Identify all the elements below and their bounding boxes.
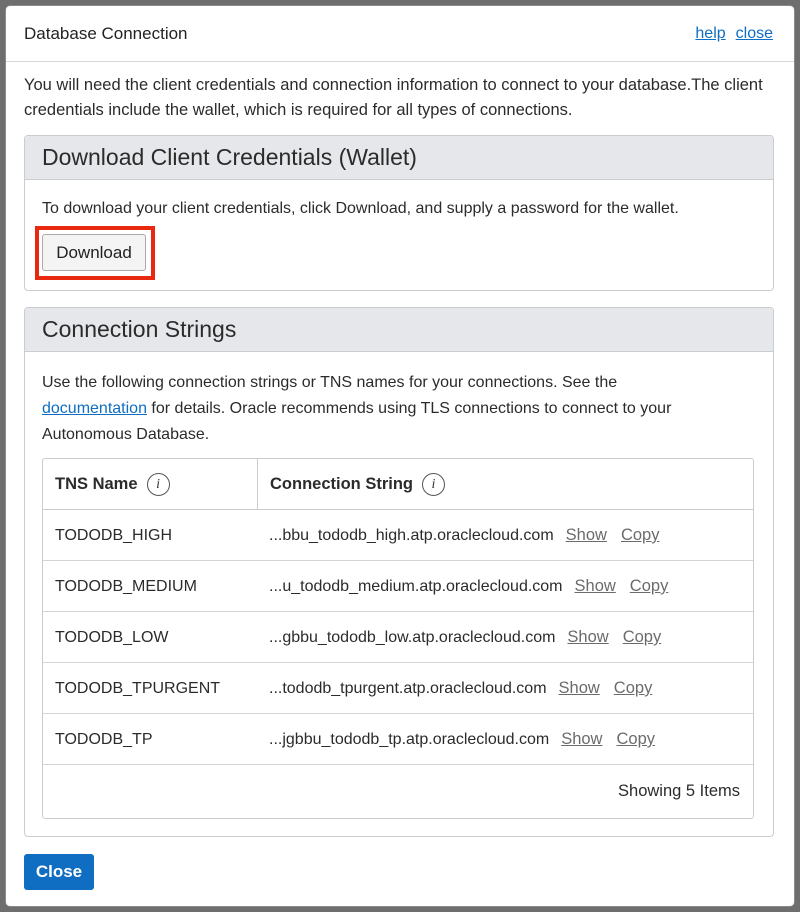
show-link[interactable]: Show bbox=[567, 628, 608, 647]
show-link[interactable]: Show bbox=[561, 730, 602, 749]
close-button[interactable]: Close bbox=[24, 854, 94, 890]
table-row: TODODB_TPURGENT ...tododb_tpurgent.atp.o… bbox=[43, 663, 753, 714]
download-button[interactable]: Download bbox=[42, 234, 146, 271]
wallet-instructions: To download your client credentials, cli… bbox=[42, 200, 679, 217]
intro-text: You will need the client credentials and… bbox=[24, 76, 763, 119]
dialog-header: Database Connection help close bbox=[6, 6, 794, 62]
table-header-row: TNS Name i Connection String i bbox=[43, 459, 753, 510]
connection-strings-panel: Connection Strings Use the following con… bbox=[24, 307, 774, 837]
tns-name-info-icon[interactable]: i bbox=[146, 473, 170, 496]
tns-name-cell: TODODB_MEDIUM bbox=[55, 577, 197, 595]
tns-name-cell: TODODB_TP bbox=[55, 730, 153, 748]
connection-string-header-label: Connection String bbox=[270, 475, 413, 493]
connection-string-value: ...gbbu_tododb_low.atp.oraclecloud.com bbox=[269, 628, 556, 646]
connection-string-cell: ...u_tododb_medium.atp.oraclecloud.com S… bbox=[269, 561, 668, 612]
tns-name-cell: TODODB_HIGH bbox=[55, 526, 173, 544]
connection-string-value: ...tododb_tpurgent.atp.oraclecloud.com bbox=[269, 679, 547, 697]
connection-string-cell: ...tododb_tpurgent.atp.oraclecloud.com S… bbox=[269, 663, 652, 714]
copy-link[interactable]: Copy bbox=[614, 679, 653, 698]
copy-link[interactable]: Copy bbox=[621, 526, 660, 545]
column-divider bbox=[257, 459, 258, 510]
show-link[interactable]: Show bbox=[575, 577, 616, 596]
connection-string-cell: ...jgbbu_tododb_tp.atp.oraclecloud.com S… bbox=[269, 714, 655, 765]
tns-name-cell: TODODB_TPURGENT bbox=[55, 679, 221, 697]
wallet-panel-heading: Download Client Credentials (Wallet) bbox=[25, 136, 773, 180]
wallet-panel: Download Client Credentials (Wallet) To … bbox=[24, 135, 774, 291]
documentation-link[interactable]: documentation bbox=[42, 400, 147, 417]
table-row: TODODB_MEDIUM ...u_tododb_medium.atp.ora… bbox=[43, 561, 753, 612]
connection-string-value: ...u_tododb_medium.atp.oraclecloud.com bbox=[269, 577, 563, 595]
connection-strings-table: TNS Name i Connection String i TODODB_HI… bbox=[42, 458, 754, 819]
table-row: TODODB_LOW ...gbbu_tododb_low.atp.oracle… bbox=[43, 612, 753, 663]
table-row: TODODB_TP ...jgbbu_tododb_tp.atp.oraclec… bbox=[43, 714, 753, 765]
close-link[interactable]: close bbox=[736, 25, 773, 43]
column-header-tns-name: TNS Name i bbox=[55, 459, 170, 510]
table-row: TODODB_HIGH ...bbu_tododb_high.atp.oracl… bbox=[43, 510, 753, 561]
tns-name-header-label: TNS Name bbox=[55, 475, 138, 493]
copy-link[interactable]: Copy bbox=[630, 577, 669, 596]
dialog-header-links: help close bbox=[695, 25, 773, 43]
database-connection-dialog: Database Connection help close You will … bbox=[6, 6, 794, 906]
instructions-text-before: Use the following connection strings or … bbox=[42, 374, 618, 391]
copy-link[interactable]: Copy bbox=[616, 730, 655, 749]
connection-string-cell: ...bbu_tododb_high.atp.oraclecloud.com S… bbox=[269, 510, 659, 561]
connection-string-value: ...jgbbu_tododb_tp.atp.oraclecloud.com bbox=[269, 730, 550, 748]
copy-link[interactable]: Copy bbox=[623, 628, 662, 647]
connection-string-value: ...bbu_tododb_high.atp.oraclecloud.com bbox=[269, 526, 554, 544]
tns-name-cell: TODODB_LOW bbox=[55, 628, 169, 646]
table-item-count: Showing 5 Items bbox=[618, 782, 740, 800]
column-header-connection-string: Connection String i bbox=[270, 459, 445, 510]
connection-strings-instructions: Use the following connection strings or … bbox=[42, 370, 757, 448]
dialog-title: Database Connection bbox=[24, 23, 188, 43]
connection-strings-heading: Connection Strings bbox=[25, 308, 773, 352]
show-link[interactable]: Show bbox=[566, 526, 607, 545]
help-link[interactable]: help bbox=[695, 25, 725, 43]
show-link[interactable]: Show bbox=[559, 679, 600, 698]
connection-string-info-icon[interactable]: i bbox=[422, 473, 445, 496]
connection-string-cell: ...gbbu_tododb_low.atp.oraclecloud.com S… bbox=[269, 612, 661, 663]
